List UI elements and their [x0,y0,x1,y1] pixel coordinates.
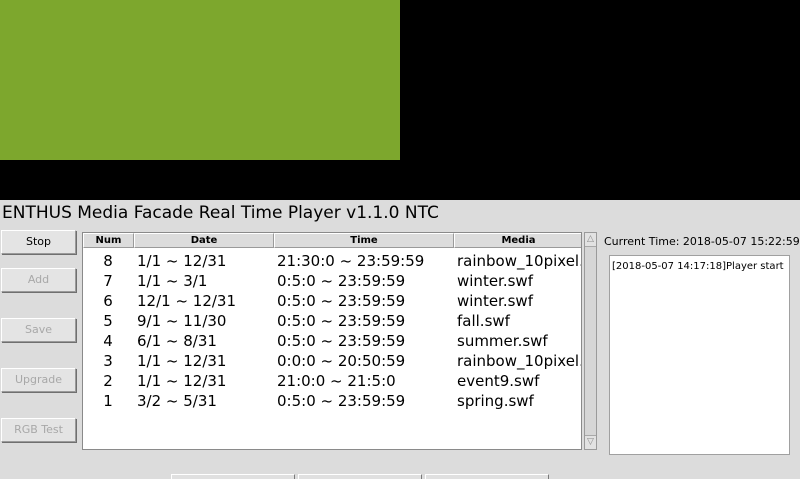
table-row[interactable]: 6 12/1 ~ 12/31 0:5:0 ~ 23:59:59 winter.s… [83,291,581,311]
media-preview-black [400,0,800,200]
cell-media: winter.swf [457,272,533,290]
cell-date: 1/1 ~ 12/31 [137,372,227,390]
bottom-tab[interactable] [171,474,295,479]
stop-button[interactable]: Stop [1,230,76,254]
table-row[interactable]: 1 3/2 ~ 5/31 0:5:0 ~ 23:59:59 spring.swf [83,391,581,411]
cell-time: 0:5:0 ~ 23:59:59 [277,332,406,350]
current-time-label: Current Time: 2018-05-07 15:22:59 [604,235,800,248]
cell-date: 6/1 ~ 8/31 [137,332,217,350]
cell-media: summer.swf [457,332,548,350]
cell-date: 1/1 ~ 12/31 [137,252,227,270]
bottom-tab[interactable] [298,474,422,479]
table-row[interactable]: 7 1/1 ~ 3/1 0:5:0 ~ 23:59:59 winter.swf [83,271,581,291]
cell-time: 0:5:0 ~ 23:59:59 [277,272,406,290]
cell-num: 3 [103,352,113,370]
table-row[interactable]: 4 6/1 ~ 8/31 0:5:0 ~ 23:59:59 summer.swf [83,331,581,351]
cell-time: 21:30:0 ~ 23:59:59 [277,252,425,270]
media-preview-black-strip [0,160,400,200]
column-header-time[interactable]: Time [274,233,454,248]
column-header-date[interactable]: Date [134,233,274,248]
cell-media: spring.swf [457,392,534,410]
cell-date: 3/2 ~ 5/31 [137,392,217,410]
triangle-up-icon[interactable]: △ [585,233,596,247]
cell-num: 7 [103,272,113,290]
triangle-down-icon[interactable]: ▽ [585,435,596,449]
column-header-media[interactable]: Media [454,233,581,248]
cell-time: 0:0:0 ~ 20:50:59 [277,352,406,370]
cell-num: 8 [103,252,113,270]
media-preview-green [0,0,400,160]
upgrade-button[interactable]: Upgrade [1,368,76,392]
table-row[interactable]: 8 1/1 ~ 12/31 21:30:0 ~ 23:59:59 rainbow… [83,251,581,271]
save-button[interactable]: Save [1,318,76,342]
column-header-num[interactable]: Num [83,233,134,248]
cell-time: 0:5:0 ~ 23:59:59 [277,292,406,310]
table-header: Num Date Time Media [83,233,581,249]
table-row[interactable]: 3 1/1 ~ 12/31 0:0:0 ~ 20:50:59 rainbow_1… [83,351,581,371]
cell-date: 1/1 ~ 12/31 [137,352,227,370]
cell-num: 4 [103,332,113,350]
schedule-table[interactable]: Num Date Time Media 8 1/1 ~ 12/31 21:30:… [82,232,582,450]
cell-media: event9.swf [457,372,540,390]
table-row[interactable]: 2 1/1 ~ 12/31 21:0:0 ~ 21:5:0 event9.swf [83,371,581,391]
bottom-tab[interactable] [425,474,549,479]
rgb-test-button[interactable]: RGB Test [1,418,76,442]
cell-time: 0:5:0 ~ 23:59:59 [277,392,406,410]
add-button[interactable]: Add [1,268,76,292]
app-title: ENTHUS Media Facade Real Time Player v1.… [2,203,439,223]
cell-date: 1/1 ~ 3/1 [137,272,208,290]
cell-media: winter.swf [457,292,533,310]
cell-time: 21:0:0 ~ 21:5:0 [277,372,396,390]
cell-media: rainbow_10pixel. [457,352,581,370]
cell-num: 5 [103,312,113,330]
log-output[interactable]: [2018-05-07 14:17:18]Player start [609,255,790,455]
table-scrollbar[interactable]: △ ▽ [584,232,597,450]
cell-num: 1 [103,392,113,410]
cell-date: 9/1 ~ 11/30 [137,312,227,330]
cell-num: 2 [103,372,113,390]
cell-time: 0:5:0 ~ 23:59:59 [277,312,406,330]
cell-date: 12/1 ~ 12/31 [137,292,237,310]
cell-num: 6 [103,292,113,310]
cell-media: fall.swf [457,312,510,330]
table-row[interactable]: 5 9/1 ~ 11/30 0:5:0 ~ 23:59:59 fall.swf [83,311,581,331]
cell-media: rainbow_10pixel. [457,252,581,270]
